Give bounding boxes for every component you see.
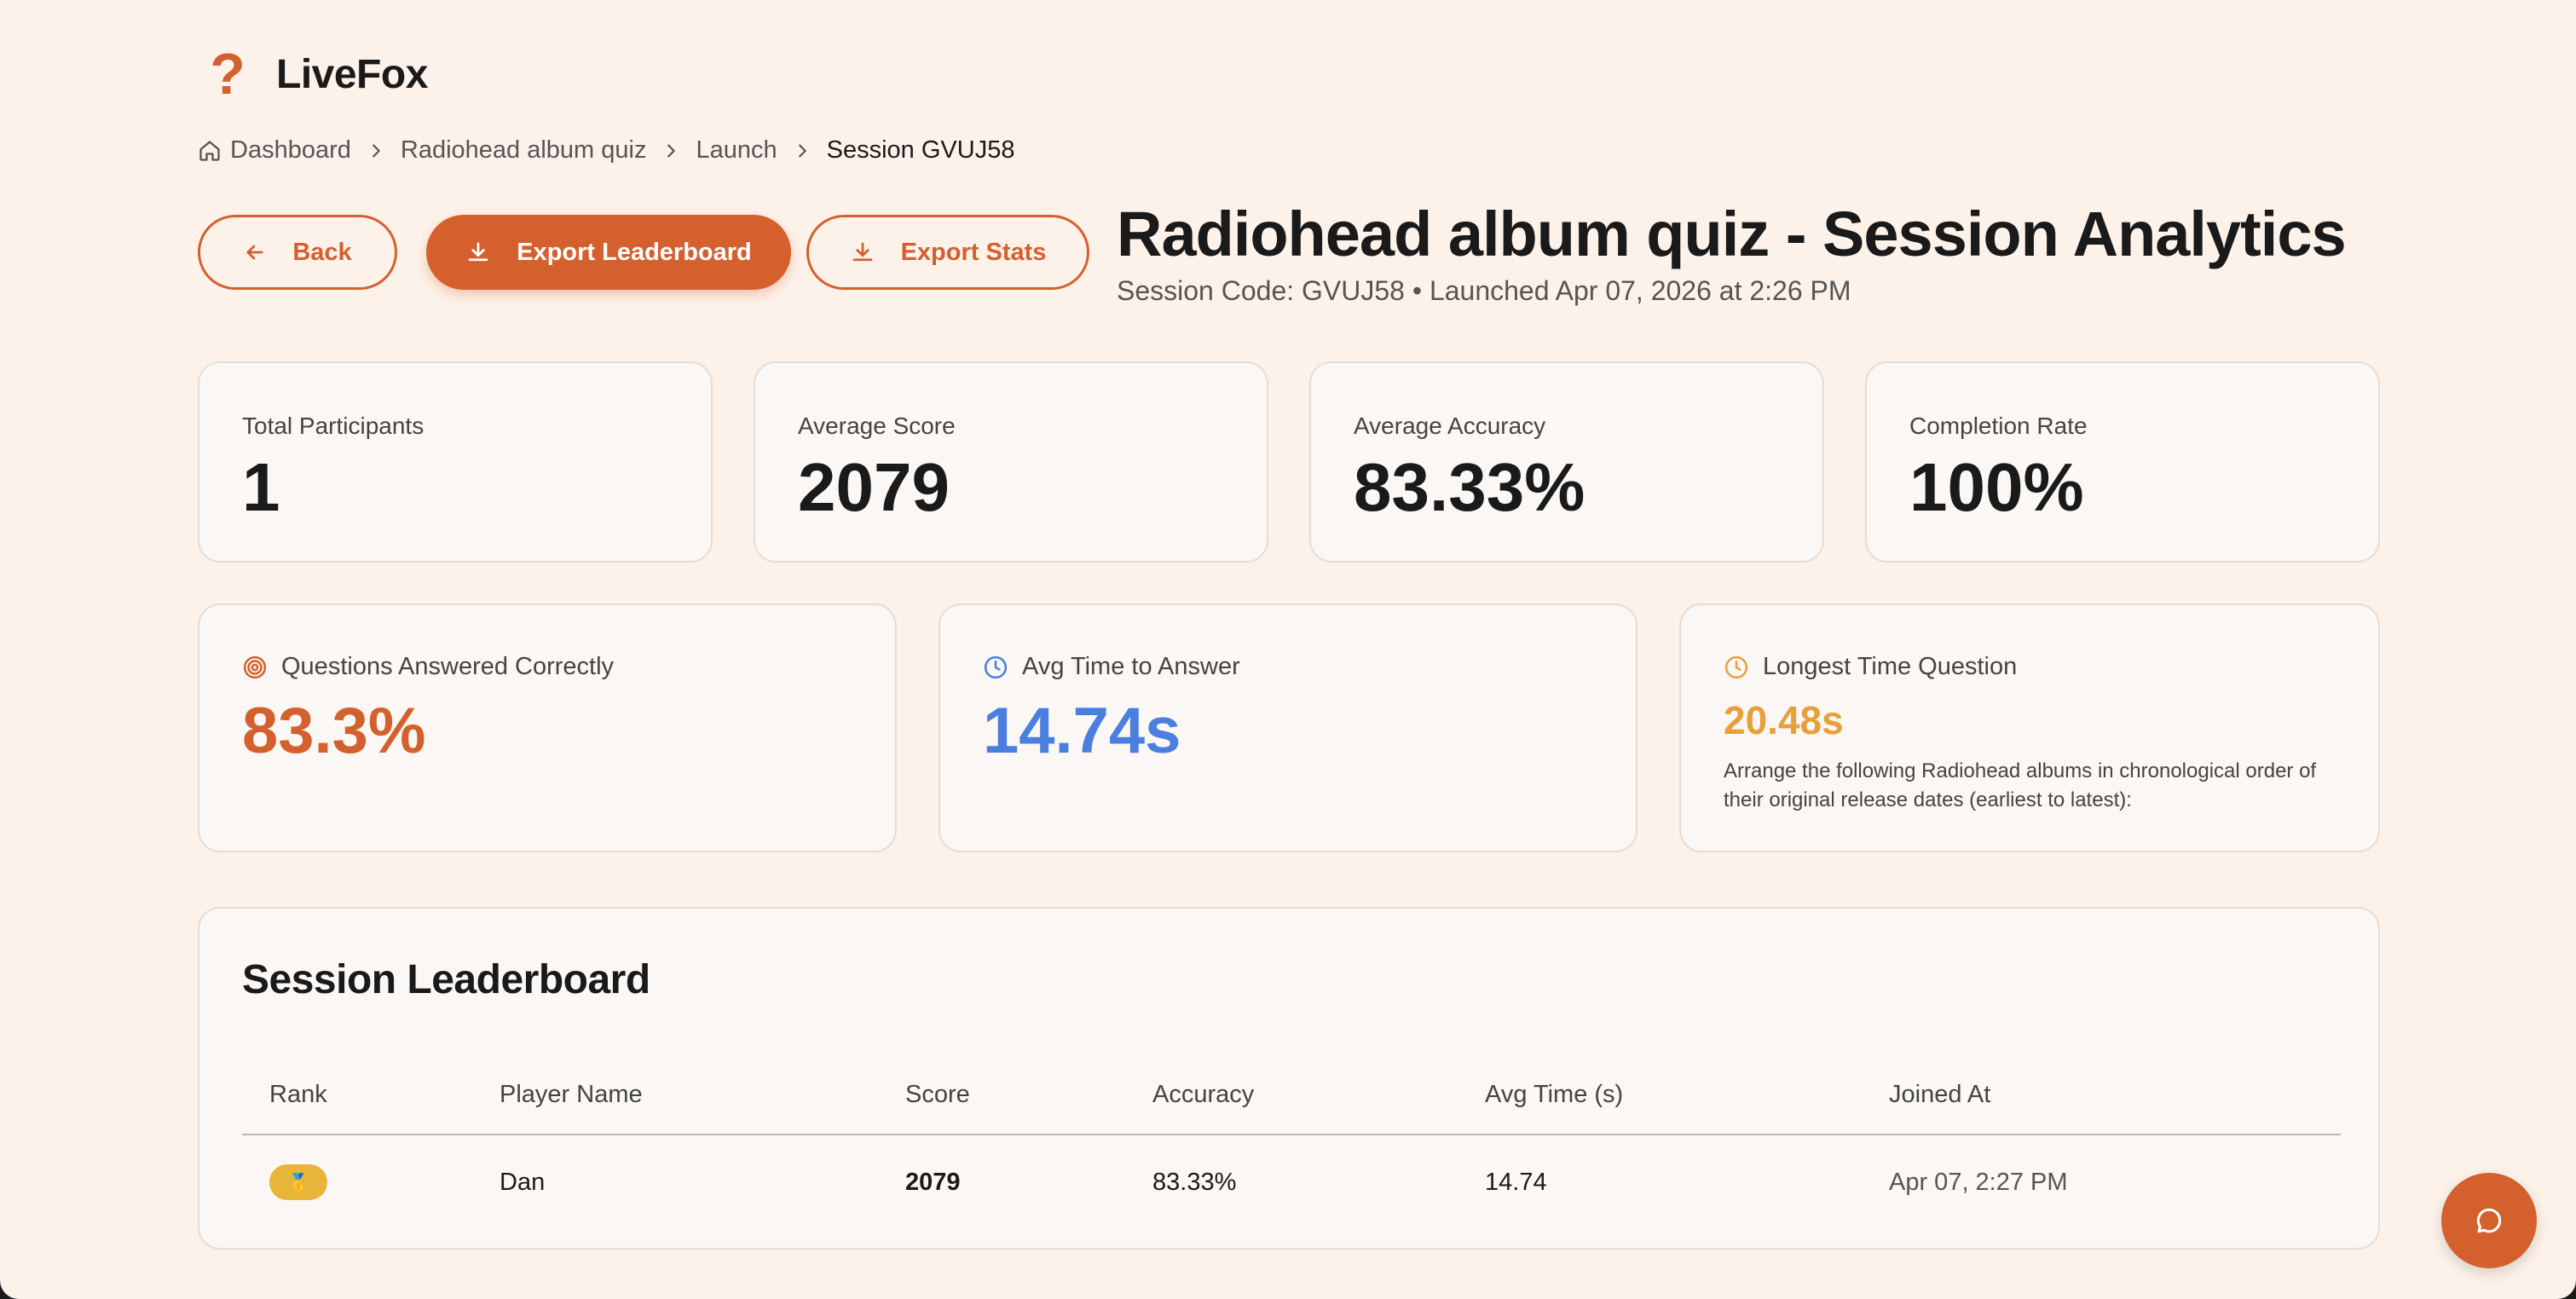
metric-card-avg-time: Avg Time to Answer 14.74s — [939, 603, 1637, 852]
stat-card-completion-rate: Completion Rate 100% — [1865, 361, 2380, 563]
breadcrumb: Dashboard Radiohead album quiz Launch Se… — [198, 136, 1014, 165]
chat-bubble-icon — [2474, 1205, 2504, 1236]
brand[interactable]: ? LiveFox — [198, 44, 428, 104]
metric-card-correct: Questions Answered Correctly 83.3% — [198, 603, 897, 852]
clock-icon — [983, 655, 1008, 680]
page-title: Radiohead album quiz - Session Analytics — [1117, 199, 2347, 269]
column-header-accuracy[interactable]: Accuracy — [1152, 1054, 1254, 1135]
table-header: Rank Player Name Score Accuracy Avg Time… — [242, 1054, 2341, 1135]
chevron-right-icon — [661, 141, 680, 160]
column-header-player[interactable]: Player Name — [500, 1054, 643, 1135]
breadcrumb-session: Session GVUJ58 — [826, 136, 1015, 164]
player-name: Dan — [500, 1168, 546, 1196]
logo-icon: ? — [210, 42, 245, 107]
chevron-right-icon — [367, 141, 385, 160]
target-icon — [242, 655, 268, 680]
player-avg-time: 14.74 — [1485, 1168, 1547, 1196]
chat-button[interactable] — [2441, 1173, 2537, 1268]
stat-card-total-participants: Total Participants 1 — [198, 361, 713, 563]
leaderboard-title: Session Leaderboard — [242, 957, 650, 1002]
home-icon[interactable] — [198, 139, 222, 163]
header: Radiohead album quiz - Session Analytics… — [1117, 198, 2347, 307]
metric-card-longest-question: Longest Time Question 20.48s Arrange the… — [1679, 603, 2380, 852]
breadcrumb-dashboard[interactable]: Dashboard — [230, 136, 351, 165]
leaderboard-card: Session Leaderboard Rank Player Name Sco… — [198, 907, 2380, 1250]
player-score: 2079 — [905, 1168, 961, 1196]
app-window: ? LiveFox Dashboard Radiohead album quiz… — [0, 0, 2576, 1299]
export-leaderboard-label: Export Leaderboard — [517, 238, 752, 266]
stat-label: Average Accuracy — [1354, 413, 1546, 439]
export-stats-label: Export Stats — [900, 238, 1047, 266]
stat-value: 83.33% — [1354, 449, 1585, 525]
column-header-avg-time[interactable]: Avg Time (s) — [1485, 1054, 1623, 1135]
brand-name: LiveFox — [276, 51, 428, 97]
leaderboard-table: Rank Player Name Score Accuracy Avg Time… — [242, 1054, 2341, 1217]
breadcrumb-quiz[interactable]: Radiohead album quiz — [401, 136, 647, 165]
table-row[interactable]: 🥇 Dan 2079 83.33% 14.74 Apr 07, 2:27 PM — [242, 1135, 2341, 1217]
metric-value: 20.48s — [1724, 698, 1844, 742]
export-stats-button[interactable]: Export Stats — [806, 215, 1089, 290]
back-button[interactable]: Back — [198, 215, 397, 290]
metric-header: Questions Answered Correctly — [242, 653, 614, 681]
metric-value: 14.74s — [983, 695, 1181, 767]
medal-icon: 🥇 — [269, 1164, 327, 1200]
download-icon — [850, 240, 875, 265]
column-header-rank[interactable]: Rank — [269, 1054, 327, 1135]
stat-card-average-accuracy: Average Accuracy 83.33% — [1309, 361, 1824, 563]
column-header-score[interactable]: Score — [905, 1054, 970, 1135]
metric-header: Avg Time to Answer — [983, 653, 1240, 681]
breadcrumb-launch[interactable]: Launch — [696, 136, 777, 165]
stat-label: Total Participants — [242, 413, 425, 439]
metric-label: Questions Answered Correctly — [281, 653, 615, 680]
toolbar: Back Export Leaderboard Export Stats — [198, 215, 1089, 290]
export-leaderboard-button[interactable]: Export Leaderboard — [426, 215, 791, 290]
download-icon — [465, 240, 491, 265]
arrow-left-icon — [243, 240, 267, 264]
stat-card-average-score: Average Score 2079 — [754, 361, 1268, 563]
metric-label: Longest Time Question — [1763, 653, 2018, 680]
stat-value: 1 — [242, 449, 280, 525]
back-button-label: Back — [292, 238, 352, 266]
clock-icon — [1724, 655, 1749, 680]
stat-value: 100% — [1909, 449, 2084, 525]
player-accuracy: 83.33% — [1152, 1168, 1237, 1196]
stat-label: Average Score — [798, 413, 956, 439]
metric-label: Avg Time to Answer — [1022, 653, 1240, 680]
session-info: Session Code: GVUJ58 • Launched Apr 07, … — [1117, 275, 1851, 306]
column-header-joined[interactable]: Joined At — [1889, 1054, 1990, 1135]
metric-value: 83.3% — [242, 695, 426, 767]
stat-label: Completion Rate — [1909, 413, 2088, 439]
rank-cell: 🥇 — [269, 1135, 327, 1229]
stat-value: 2079 — [798, 449, 950, 525]
player-joined-at: Apr 07, 2:27 PM — [1889, 1168, 2068, 1196]
metric-header: Longest Time Question — [1724, 653, 2017, 681]
chevron-right-icon — [793, 141, 811, 160]
longest-question-text: Arrange the following Radiohead albums i… — [1724, 759, 2317, 811]
